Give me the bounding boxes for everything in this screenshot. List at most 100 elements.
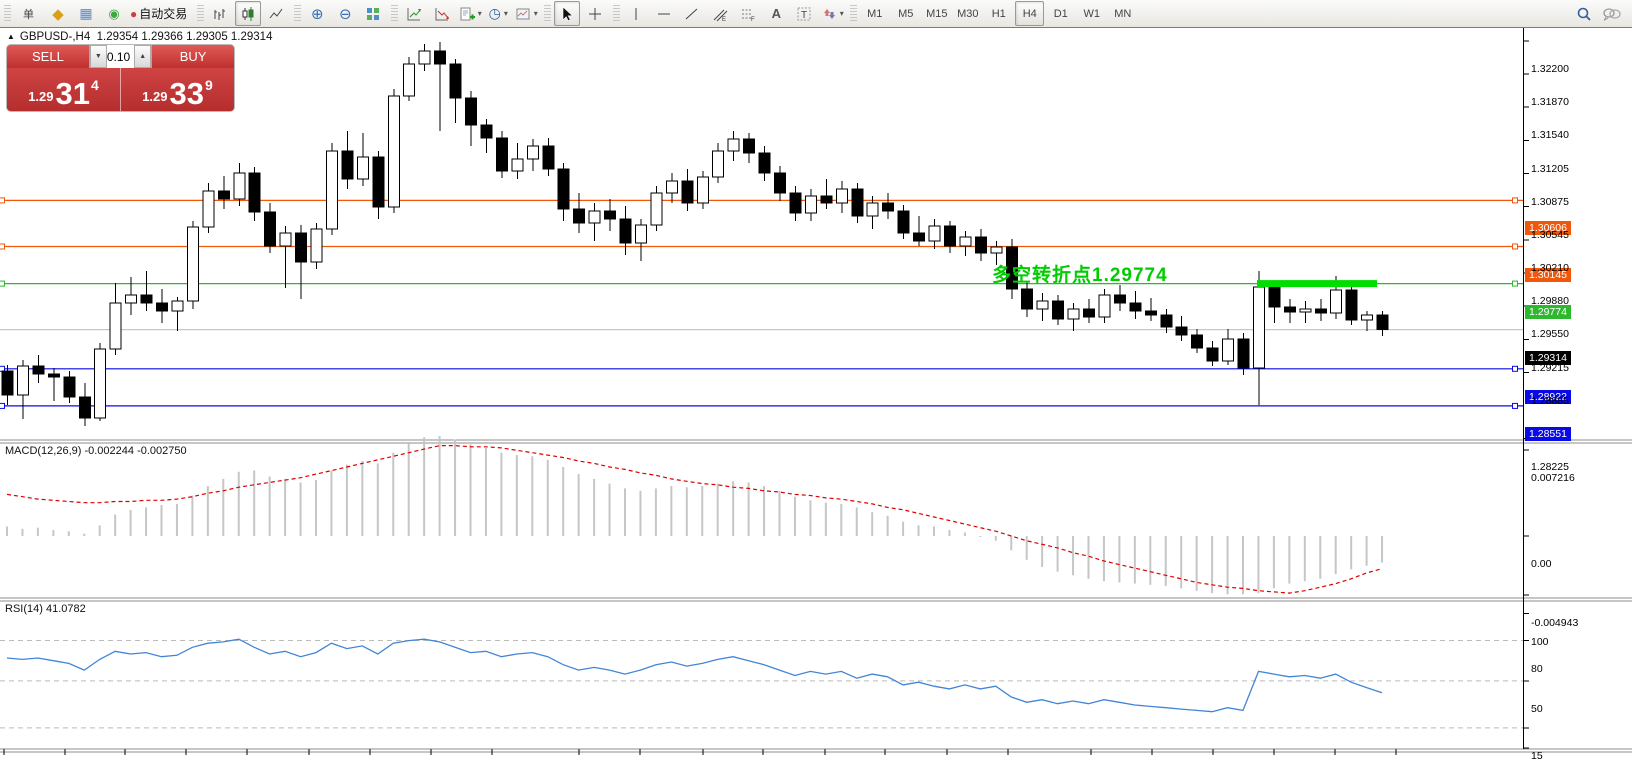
bar-chart-type-button[interactable] <box>207 1 233 26</box>
tile-windows-button[interactable] <box>360 1 386 26</box>
macd-histogram-bar <box>392 453 394 536</box>
candle <box>620 219 631 243</box>
zoom-out-button[interactable]: ⊖ <box>332 1 358 26</box>
cursor-button[interactable] <box>554 1 580 26</box>
hline-handle <box>0 244 5 249</box>
horizontal-line-icon <box>656 6 672 22</box>
chart-window-button[interactable]: ▦ <box>73 1 99 26</box>
volume-decrease-button[interactable]: ▼ <box>90 45 107 68</box>
M30-button[interactable]: M30 <box>953 1 982 26</box>
indicator-up-button[interactable] <box>401 1 427 26</box>
sell-price[interactable]: 1.29 31 4 <box>7 68 121 111</box>
macd-histogram-bar <box>979 536 981 537</box>
macd-histogram-bar <box>1118 536 1120 582</box>
toolbar-grip[interactable] <box>197 5 204 23</box>
indicator-down-icon <box>434 6 450 22</box>
toolbar-grip[interactable] <box>391 5 398 23</box>
fibonacci-button[interactable]: F <box>735 1 761 26</box>
M15-button[interactable]: M15 <box>922 1 951 26</box>
chevron-down-icon[interactable]: ▾ <box>504 9 508 18</box>
macd-histogram-bar <box>269 477 271 537</box>
one-click-trading-panel: SELL ▼ 0.10 ▲ BUY 1.29 31 4 1.29 33 9 <box>7 45 234 111</box>
chevron-down-icon[interactable]: ▾ <box>478 9 482 18</box>
candle <box>1253 287 1264 368</box>
text-icon: A <box>772 6 781 21</box>
MN-button[interactable]: MN <box>1108 1 1137 26</box>
H4-label: H4 <box>1023 8 1037 20</box>
chart-text-annotation[interactable]: 多空转折点1.29774 <box>992 260 1168 287</box>
crosshair-button[interactable] <box>582 1 608 26</box>
buy-button[interactable]: BUY <box>152 45 234 68</box>
add-indicator-button[interactable]: ▾ <box>457 1 483 26</box>
horizontal-line-button[interactable] <box>651 1 677 26</box>
text-button[interactable]: A <box>763 1 789 26</box>
candle <box>1114 295 1125 303</box>
line-chart-type-icon <box>268 6 284 22</box>
candle <box>713 151 724 177</box>
M1-button[interactable]: M1 <box>860 1 889 26</box>
macd-histogram-bar <box>191 496 193 536</box>
collapse-triangle-icon[interactable]: ▲ <box>7 32 15 41</box>
new-order-button[interactable]: 单 <box>14 1 43 26</box>
toolbar-grip[interactable] <box>544 5 551 23</box>
macd-histogram-bar <box>1103 536 1105 581</box>
candle <box>1315 309 1326 313</box>
macd-histogram-bar <box>330 471 332 536</box>
macd-histogram-bar <box>454 440 456 536</box>
candle <box>64 377 75 397</box>
signal-button[interactable]: ◉ <box>101 1 127 26</box>
toolbar-grip[interactable] <box>4 5 11 23</box>
candlestick-type-button[interactable] <box>235 1 261 26</box>
buy-price[interactable]: 1.29 33 9 <box>121 68 234 111</box>
candle <box>1300 309 1311 312</box>
gold-button[interactable]: ◆ <box>45 1 71 26</box>
candle <box>1084 309 1095 317</box>
volume-input[interactable]: 0.10 <box>107 45 134 68</box>
sell-button[interactable]: SELL <box>7 45 89 68</box>
chart-canvas[interactable] <box>0 28 1632 772</box>
channel-button[interactable]: E <box>707 1 733 26</box>
toolbar-grip[interactable] <box>294 5 301 23</box>
candle <box>342 151 353 179</box>
autotrading-button[interactable]: ●自动交易 <box>129 1 192 26</box>
H1-button[interactable]: H1 <box>984 1 1013 26</box>
arrows-button[interactable]: ▾ <box>819 1 845 26</box>
H4-button[interactable]: H4 <box>1015 1 1044 26</box>
candle <box>512 159 523 171</box>
D1-button[interactable]: D1 <box>1046 1 1075 26</box>
label-button[interactable]: T <box>791 1 817 26</box>
toolbar-grip[interactable] <box>613 5 620 23</box>
periodicity-button[interactable]: ◷▾ <box>485 1 511 26</box>
candle <box>1099 295 1110 317</box>
trendline-button[interactable] <box>679 1 705 26</box>
search-button[interactable] <box>1571 1 1597 26</box>
candle <box>1238 339 1249 368</box>
macd-histogram-bar <box>315 480 317 536</box>
vertical-line-button[interactable] <box>623 1 649 26</box>
chevron-down-icon[interactable]: ▾ <box>534 9 538 18</box>
chat-button[interactable] <box>1599 1 1625 26</box>
add-indicator-icon <box>459 6 475 22</box>
macd-histogram-bar <box>408 443 410 536</box>
candle <box>867 203 878 216</box>
chart-area[interactable]: ▲GBPUSD-,H4 1.29354 1.29366 1.29305 1.29… <box>0 28 1632 772</box>
macd-histogram-bar <box>1165 536 1167 586</box>
chevron-down-icon[interactable]: ▾ <box>840 9 844 18</box>
line-chart-type-button[interactable] <box>263 1 289 26</box>
zoom-in-button[interactable]: ⊕ <box>304 1 330 26</box>
M5-button[interactable]: M5 <box>891 1 920 26</box>
indicator-down-button[interactable] <box>429 1 455 26</box>
signal-icon: ◉ <box>108 6 119 22</box>
candle <box>666 181 677 193</box>
macd-histogram-bar <box>1288 536 1290 584</box>
candle <box>265 212 276 246</box>
svg-text:T: T <box>801 10 807 21</box>
volume-increase-button[interactable]: ▲ <box>134 45 151 68</box>
rsi-axis-tick: 15 <box>1531 750 1543 762</box>
W1-button[interactable]: W1 <box>1077 1 1106 26</box>
candle <box>326 151 337 229</box>
template-button[interactable]: ▾ <box>513 1 539 26</box>
macd-histogram-bar <box>531 456 533 536</box>
toolbar-grip[interactable] <box>850 5 857 23</box>
candle <box>404 64 415 96</box>
